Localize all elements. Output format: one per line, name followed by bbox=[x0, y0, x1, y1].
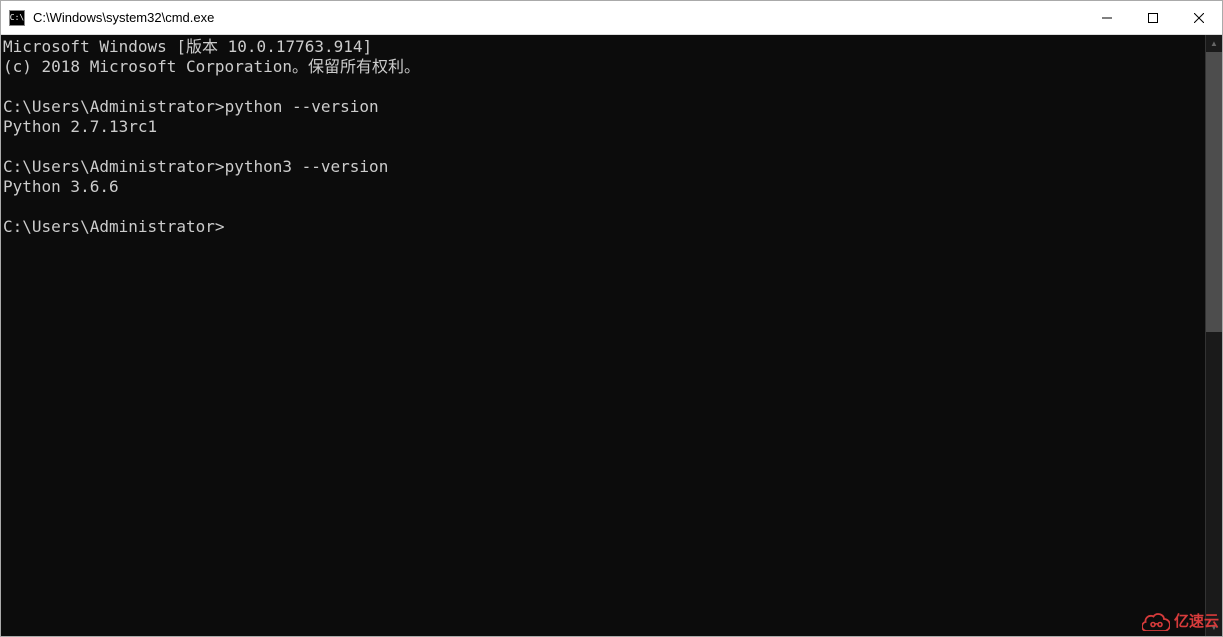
scrollbar-thumb[interactable] bbox=[1206, 52, 1222, 332]
window-controls bbox=[1084, 1, 1222, 34]
close-button[interactable] bbox=[1176, 1, 1222, 34]
cmd-window: C:\ C:\Windows\system32\cmd.exe Microsof… bbox=[0, 0, 1223, 637]
header-line: (c) 2018 Microsoft Corporation。保留所有权利。 bbox=[3, 57, 420, 76]
window-title: C:\Windows\system32\cmd.exe bbox=[33, 10, 1084, 25]
maximize-button[interactable] bbox=[1130, 1, 1176, 34]
minimize-button[interactable] bbox=[1084, 1, 1130, 34]
output-line: Python 3.6.6 bbox=[3, 177, 119, 196]
close-icon bbox=[1194, 13, 1204, 23]
scrollbar-track[interactable] bbox=[1206, 52, 1222, 619]
terminal-output[interactable]: Microsoft Windows [版本 10.0.17763.914] (c… bbox=[1, 35, 1205, 636]
output-line: Python 2.7.13rc1 bbox=[3, 117, 157, 136]
scroll-up-arrow[interactable]: ▲ bbox=[1206, 35, 1222, 52]
command-text: python3 --version bbox=[225, 157, 389, 176]
titlebar[interactable]: C:\ C:\Windows\system32\cmd.exe bbox=[1, 1, 1222, 35]
prompt: C:\Users\Administrator> bbox=[3, 97, 225, 116]
cmd-icon: C:\ bbox=[9, 10, 25, 26]
header-line: Microsoft Windows [版本 10.0.17763.914] bbox=[3, 37, 372, 56]
terminal-area: Microsoft Windows [版本 10.0.17763.914] (c… bbox=[1, 35, 1222, 636]
maximize-icon bbox=[1148, 13, 1158, 23]
prompt: C:\Users\Administrator> bbox=[3, 157, 225, 176]
command-text: python --version bbox=[225, 97, 379, 116]
scroll-down-arrow[interactable]: ▼ bbox=[1206, 619, 1222, 636]
minimize-icon bbox=[1102, 13, 1112, 23]
current-prompt: C:\Users\Administrator> bbox=[3, 217, 225, 236]
vertical-scrollbar[interactable]: ▲ ▼ bbox=[1205, 35, 1222, 636]
